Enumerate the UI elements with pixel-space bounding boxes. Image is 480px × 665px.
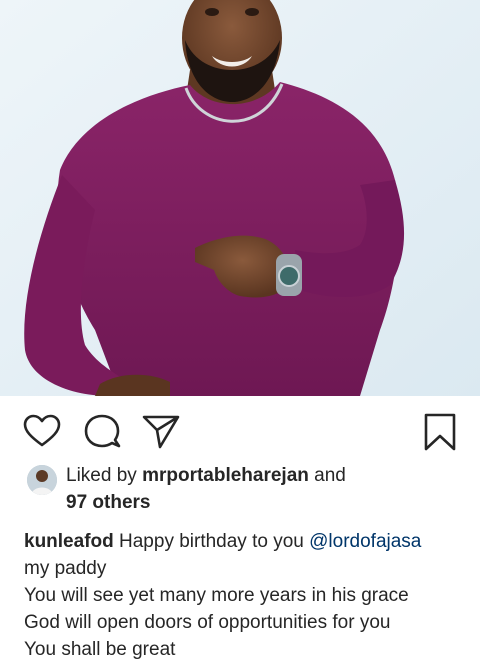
bookmark-icon[interactable] <box>420 412 460 452</box>
avatar[interactable] <box>27 465 57 495</box>
speech-bubble-icon[interactable] <box>82 412 122 452</box>
caption-mention-link[interactable]: @lordofajasa <box>309 531 421 552</box>
post-caption: kunleafod Happy birthday to you @lordofa… <box>24 528 474 663</box>
caption-line: my paddy <box>24 558 107 579</box>
likes-conjunction: and <box>314 465 346 486</box>
person-photo <box>0 0 480 396</box>
post-image[interactable] <box>0 0 480 396</box>
likes-summary: Liked by mrportableharejan and 97 others <box>0 462 480 520</box>
likes-others-link[interactable]: 97 others <box>66 489 466 516</box>
caption-line: You shall be great <box>24 639 176 660</box>
post-action-bar <box>0 396 480 466</box>
paper-plane-icon[interactable] <box>141 412 181 452</box>
caption-line: You will see yet many more years in his … <box>24 585 409 606</box>
heart-outline-icon[interactable] <box>22 412 62 452</box>
likes-text: Liked by mrportableharejan and 97 others <box>66 462 466 516</box>
caption-username-link[interactable]: kunleafod <box>24 531 114 552</box>
liker-username-link[interactable]: mrportableharejan <box>142 465 309 486</box>
caption-line: God will open doors of opportunities for… <box>24 612 391 633</box>
likes-prefix: Liked by <box>66 465 137 486</box>
caption-text: Happy birthday to you <box>119 531 304 552</box>
